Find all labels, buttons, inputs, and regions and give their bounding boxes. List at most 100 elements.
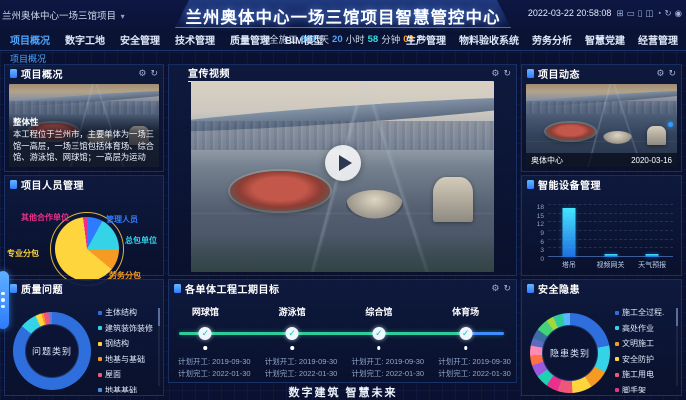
y-axis-tick: 9 [540, 230, 544, 237]
panel-title[interactable]: 宣传视频 [188, 65, 230, 82]
desktop-icon[interactable]: ◫ [645, 8, 653, 18]
panel-header: 项目概况 ⚙ ↻ [5, 65, 163, 82]
panel-project-dynamics: 项目动态 ⚙↻ 奥体中心 2020-03-16 [521, 64, 682, 172]
y-axis-tick: 3 [540, 247, 544, 254]
nav-tab-smart-party[interactable]: 智慧党建 [585, 32, 625, 47]
legend-bullet-icon [615, 357, 619, 361]
y-axis-tick: 0 [540, 256, 544, 263]
gear-icon[interactable]: ⚙ [656, 67, 664, 79]
photo-caption-bar: 奥体中心 2020-03-16 [526, 153, 677, 167]
nav-bar: 项目概况数字工地安全管理技术管理质量管理BIM模型 安全施工 901 天 20 … [0, 28, 686, 51]
legend-label: 施工全过程. [622, 307, 664, 318]
pie-label-other-partners: 其他合作单位 [21, 212, 69, 223]
panel-schedule-targets: 各单体工程工期目标 ⚙↻ 网球馆✓计划开工: 2019-09-30计划完工: 2… [168, 279, 517, 383]
project-selector[interactable]: 兰州奥体中心一场三馆项目 ▾ [2, 8, 125, 22]
gridline [548, 213, 673, 214]
panel-title: 各单体工程工期目标 [185, 281, 280, 296]
refresh-icon[interactable]: ↻ [503, 282, 511, 294]
legend-bullet-icon [98, 311, 102, 315]
legend-scrollbar[interactable] [676, 308, 678, 386]
milestone-check-icon[interactable]: ✓ [459, 327, 472, 340]
legend-bullet-icon [615, 342, 619, 346]
legend-label: 屋面 [105, 369, 121, 380]
milestone-stadium: 体育场✓计划开工: 2019-09-30计划完工: 2022-01-30 [429, 297, 516, 382]
legend-item-0[interactable]: 主体结构 [98, 307, 156, 318]
bar-group-1: 视频网关 [590, 200, 632, 270]
pie-label-management: 管理人员 [106, 214, 138, 225]
nav-tab-tech-mgmt[interactable]: 技术管理 [175, 32, 215, 47]
video-frame[interactable] [191, 81, 494, 272]
quality-donut-chart[interactable]: 问题类别 [13, 312, 91, 390]
legend-item-3[interactable]: 地基与基础 [98, 354, 156, 365]
milestone-name: 体育场 [452, 305, 479, 318]
monitor-icon[interactable]: ▭ [627, 8, 635, 18]
user-icon[interactable]: ◔ [656, 8, 661, 18]
nav-tab-material-acceptance[interactable]: 物料验收系统 [459, 32, 519, 47]
power-icon[interactable]: ◉ [675, 8, 682, 18]
legend-item-1[interactable]: 高处作业 [615, 323, 673, 334]
nav-tab-safety-mgmt[interactable]: 安全管理 [120, 32, 160, 47]
milestone-check-icon[interactable]: ✓ [199, 327, 212, 340]
gridline [548, 221, 673, 222]
safety-hours-value: 20 [332, 34, 343, 45]
scrollbar-thumb[interactable] [158, 308, 160, 326]
gear-icon[interactable]: ⚙ [491, 282, 499, 294]
overview-subtitle: 整体性 [13, 116, 155, 128]
panel-promo-video: 宣传视频 ⚙ ↻ [168, 64, 517, 276]
nav-tab-production-mgmt[interactable]: 生产管理 [406, 32, 446, 47]
milestone-start-date: 计划开工: 2019-09-30 [178, 356, 251, 367]
milestone-end-date: 计划完工: 2022-01-30 [178, 368, 251, 379]
panel-title: 智能设备管理 [538, 177, 601, 192]
milestone-name: 综合馆 [365, 305, 392, 318]
milestone-check-icon[interactable]: ✓ [286, 327, 299, 340]
legend-item-0[interactable]: 施工全过程. [615, 307, 673, 318]
legend-item-1[interactable]: 建筑装饰装修 [98, 323, 156, 334]
nav-tab-project-overview[interactable]: 项目概况 [10, 32, 50, 47]
refresh-icon[interactable]: ↻ [664, 8, 671, 18]
play-button[interactable] [325, 145, 361, 181]
safety-counter: 安全施工 901 天 20 小时 58 分钟 08 秒 [260, 28, 427, 50]
bar-rect[interactable] [646, 254, 659, 257]
refresh-icon[interactable]: ↻ [150, 67, 158, 79]
safety-days-unit: 天 [320, 32, 330, 46]
legend-label: 安全防护 [622, 354, 654, 365]
panel-title: 安全隐患 [538, 281, 580, 296]
refresh-icon[interactable]: ↻ [503, 67, 511, 79]
legend-label: 地基与基础 [105, 354, 145, 365]
nav-tab-digital-site[interactable]: 数字工地 [65, 32, 105, 47]
nav-tab-operation-mgmt[interactable]: 经营管理 [638, 32, 678, 47]
nav-tab-labor-analysis[interactable]: 劳务分析 [532, 32, 572, 47]
legend-item-2[interactable]: 文明施工 [615, 338, 673, 349]
gear-icon[interactable]: ⚙ [138, 67, 146, 79]
legend-item-3[interactable]: 安全防护 [615, 354, 673, 365]
legend-item-2[interactable]: 钢结构 [98, 338, 156, 349]
panel-marker-icon [527, 180, 534, 189]
system-tray: 2022-03-22 20:58:08 ⊞▭▯◫◔↻◉ [528, 8, 682, 18]
bar-group-2: 天气预报 [631, 200, 673, 270]
gear-icon[interactable]: ⚙ [491, 67, 499, 79]
panel-title: 质量问题 [21, 281, 63, 296]
panel-header: 安全隐患 [522, 280, 681, 297]
panel-personnel: 项目人员管理 管理人员总包单位劳务分包专业分包其他合作单位 [4, 175, 164, 276]
scrollbar-thumb[interactable] [676, 308, 678, 326]
donut-center-label: 隐患类别 [530, 347, 610, 360]
pie-label-professional-subcontract: 专业分包 [7, 248, 39, 259]
panel-marker-icon [527, 69, 534, 78]
bar-rect[interactable] [562, 208, 575, 257]
mobile-icon[interactable]: ▯ [638, 8, 643, 18]
apps-grid-icon[interactable]: ⊞ [616, 8, 623, 18]
milestone-check-icon[interactable]: ✓ [372, 327, 385, 340]
hazards-donut-chart[interactable]: 隐患类别 [530, 313, 610, 393]
refresh-icon[interactable]: ↻ [668, 67, 676, 79]
legend-bullet-icon [98, 373, 102, 377]
legend-scrollbar[interactable] [158, 308, 160, 386]
legend-item-4[interactable]: 施工用电 [615, 369, 673, 380]
dynamics-photo[interactable]: 奥体中心 2020-03-16 [526, 84, 677, 167]
panel-title: 项目概况 [21, 66, 63, 81]
legend-item-4[interactable]: 屋面 [98, 369, 156, 380]
drawer-handle[interactable] [0, 271, 9, 329]
panel-header: 项目人员管理 [5, 176, 163, 193]
overview-description: 本工程位于兰州市，主要单体为一场三馆一高层，一场三馆包括体育场、综合馆、游泳馆、… [13, 129, 155, 164]
legend-label: 施工用电 [622, 369, 654, 380]
bar-rect[interactable] [604, 254, 617, 257]
